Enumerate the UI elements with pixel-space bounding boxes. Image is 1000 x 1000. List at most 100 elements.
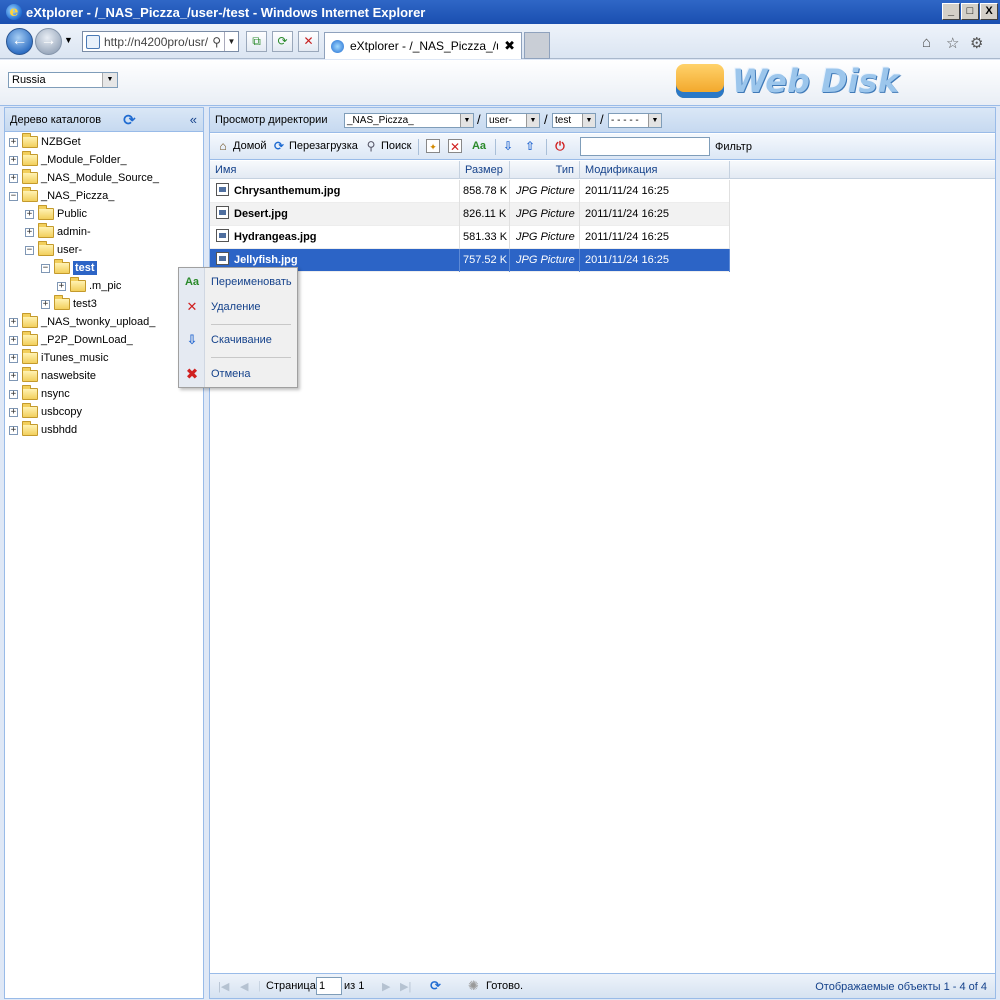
tree-node-public[interactable]: + Public xyxy=(25,205,87,223)
tree-node-admin[interactable]: + admin- xyxy=(25,223,91,241)
file-row[interactable]: Hydrangeas.jpg 581.33 K JPG Picture 2011… xyxy=(210,226,730,249)
path-combo-3[interactable]: test ▼ xyxy=(552,113,596,128)
tree-node-m-pic[interactable]: + .m_pic xyxy=(57,277,121,295)
home-button[interactable]: ⌂ Домой xyxy=(216,139,266,153)
status-refresh-icon[interactable]: ⟳ xyxy=(430,978,441,994)
path-combo-1-value: _NAS_Piczza_ xyxy=(347,115,414,126)
menu-item-cancel[interactable]: ✖ Отмена xyxy=(179,363,297,385)
path-combo-4[interactable]: - - - - - ▼ xyxy=(608,113,662,128)
tree-node-module-folder[interactable]: + _Module_Folder_ xyxy=(9,151,127,169)
tab-close-icon[interactable]: ✖ xyxy=(504,38,515,54)
expand-icon[interactable]: + xyxy=(9,335,18,345)
expand-icon[interactable]: + xyxy=(9,407,18,417)
expand-icon[interactable]: + xyxy=(9,173,18,183)
reload-icon: ⟳ xyxy=(273,139,285,153)
tree-node-usbhdd[interactable]: + usbhdd xyxy=(9,421,77,439)
favorites-icon[interactable]: ☆ xyxy=(946,34,959,52)
menu-item-rename-label: Переименовать xyxy=(211,276,292,288)
expand-icon[interactable]: + xyxy=(25,209,34,219)
history-dropdown-icon[interactable]: ▼ xyxy=(64,35,73,45)
back-button[interactable]: ← xyxy=(6,28,33,55)
search-button[interactable]: ⚲ Поиск xyxy=(364,139,412,153)
forward-button[interactable]: → xyxy=(35,28,62,55)
tree-node-test3[interactable]: + test3 xyxy=(41,295,97,313)
file-size: 757.52 K xyxy=(460,249,510,272)
browser-tab[interactable]: eXtplorer - /_NAS_Piczza_/u... ✖ xyxy=(324,32,522,59)
search-icon[interactable]: ⚲ xyxy=(212,35,221,49)
delete-button[interactable]: ✕ xyxy=(448,139,465,154)
expand-icon[interactable]: + xyxy=(9,353,18,363)
expand-icon[interactable]: + xyxy=(57,281,66,291)
first-page-icon[interactable]: |◀ xyxy=(218,980,229,993)
column-size-header[interactable]: Размер xyxy=(460,161,510,179)
tree-node-usbcopy[interactable]: + usbcopy xyxy=(9,403,82,421)
column-type-header[interactable]: Тип xyxy=(510,161,580,179)
download-button[interactable]: ⇩ xyxy=(501,139,518,153)
tree-node-nsync[interactable]: + nsync xyxy=(9,385,70,403)
file-row[interactable]: Chrysanthemum.jpg 858.78 K JPG Picture 2… xyxy=(210,180,730,203)
language-select[interactable]: Russia ▼ xyxy=(8,72,118,88)
address-bar[interactable]: http://n4200pro/usr/ ⚲ ▼ xyxy=(82,31,239,52)
page-number-input[interactable]: 1 xyxy=(316,977,342,995)
reload-button[interactable]: ⟳ Перезагрузка xyxy=(272,139,358,153)
close-window-button[interactable]: X xyxy=(980,3,998,20)
new-tab-button[interactable] xyxy=(524,32,550,59)
tree-node-test[interactable]: − test xyxy=(41,259,97,277)
last-page-icon[interactable]: ▶| xyxy=(400,980,411,993)
expand-icon[interactable]: + xyxy=(9,389,18,399)
column-modified-header[interactable]: Модификация xyxy=(580,161,730,179)
tree-node-nas-piczza[interactable]: − _NAS_Piczza_ xyxy=(9,187,114,205)
logout-button[interactable]: ⏻ xyxy=(553,139,570,153)
compatibility-view-icon[interactable]: ⧉ xyxy=(246,31,267,52)
expand-icon[interactable]: + xyxy=(41,299,50,309)
stop-icon[interactable]: ✕ xyxy=(298,31,319,52)
maximize-button[interactable]: □ xyxy=(961,3,979,20)
column-name-header[interactable]: Имя xyxy=(210,161,460,179)
minimize-button[interactable]: _ xyxy=(942,3,960,20)
next-page-icon[interactable]: ▶ xyxy=(382,980,390,993)
address-dropdown-icon[interactable]: ▼ xyxy=(224,32,238,51)
file-row[interactable]: Desert.jpg 826.11 K JPG Picture 2011/11/… xyxy=(210,203,730,226)
menu-item-download[interactable]: ⇩ Скачивание xyxy=(179,329,297,351)
tree-node-naswebsite[interactable]: + naswebsite xyxy=(9,367,96,385)
expand-icon[interactable]: + xyxy=(9,425,18,435)
new-file-button[interactable]: ✦ xyxy=(426,139,443,153)
refresh-icon[interactable]: ⟳ xyxy=(272,31,293,52)
rename-button[interactable]: Aa xyxy=(470,139,491,153)
home-icon[interactable]: ⌂ xyxy=(922,34,931,51)
prev-page-icon[interactable]: ◀ xyxy=(240,980,248,993)
collapse-icon[interactable]: − xyxy=(25,245,34,255)
expand-icon[interactable]: + xyxy=(9,317,18,327)
path-combo-1[interactable]: _NAS_Piczza_ ▼ xyxy=(344,113,474,128)
filter-input[interactable] xyxy=(580,137,710,156)
folder-icon xyxy=(22,169,38,184)
upload-button[interactable]: ⇧ xyxy=(523,139,540,153)
path-combo-2[interactable]: user- ▼ xyxy=(486,113,540,128)
status-ready-text: Готово. xyxy=(486,980,524,992)
expand-icon[interactable]: + xyxy=(25,227,34,237)
file-modified: 2011/11/24 16:25 xyxy=(580,203,730,226)
gear-icon[interactable]: ⚙ xyxy=(970,34,983,52)
tree-node-user[interactable]: − user- xyxy=(25,241,82,259)
tree-node-label: _NAS_Module_Source_ xyxy=(41,172,160,184)
menu-item-rename[interactable]: Aa Переименовать xyxy=(179,271,297,293)
collapse-icon[interactable]: − xyxy=(41,263,50,273)
file-modified: 2011/11/24 16:25 xyxy=(580,180,730,203)
collapse-icon[interactable]: − xyxy=(9,191,18,201)
expand-icon[interactable]: + xyxy=(9,371,18,381)
directory-bar: Просмотр директории _NAS_Piczza_ ▼ / use… xyxy=(210,108,995,133)
tree-panel-header: Дерево каталогов ⟳ « xyxy=(5,108,203,132)
tree-node-nzbget[interactable]: + NZBGet xyxy=(9,133,81,151)
tree-refresh-icon[interactable]: ⟳ xyxy=(123,111,136,129)
expand-icon[interactable]: + xyxy=(9,155,18,165)
tree-node-nas-twonky-upload[interactable]: + _NAS_twonky_upload_ xyxy=(9,313,155,331)
menu-item-delete[interactable]: ✕ Удаление xyxy=(179,296,297,318)
image-file-icon xyxy=(216,206,229,219)
expand-icon[interactable]: + xyxy=(9,137,18,147)
tree-node-p2p-download[interactable]: + _P2P_DownLoad_ xyxy=(9,331,133,349)
pager-divider: | xyxy=(258,980,261,992)
tree-node-nas-module-source[interactable]: + _NAS_Module_Source_ xyxy=(9,169,159,187)
rename-icon: Aa xyxy=(184,276,200,288)
tree-node-itunes-music[interactable]: + iTunes_music xyxy=(9,349,108,367)
collapse-panel-icon[interactable]: « xyxy=(190,112,197,127)
